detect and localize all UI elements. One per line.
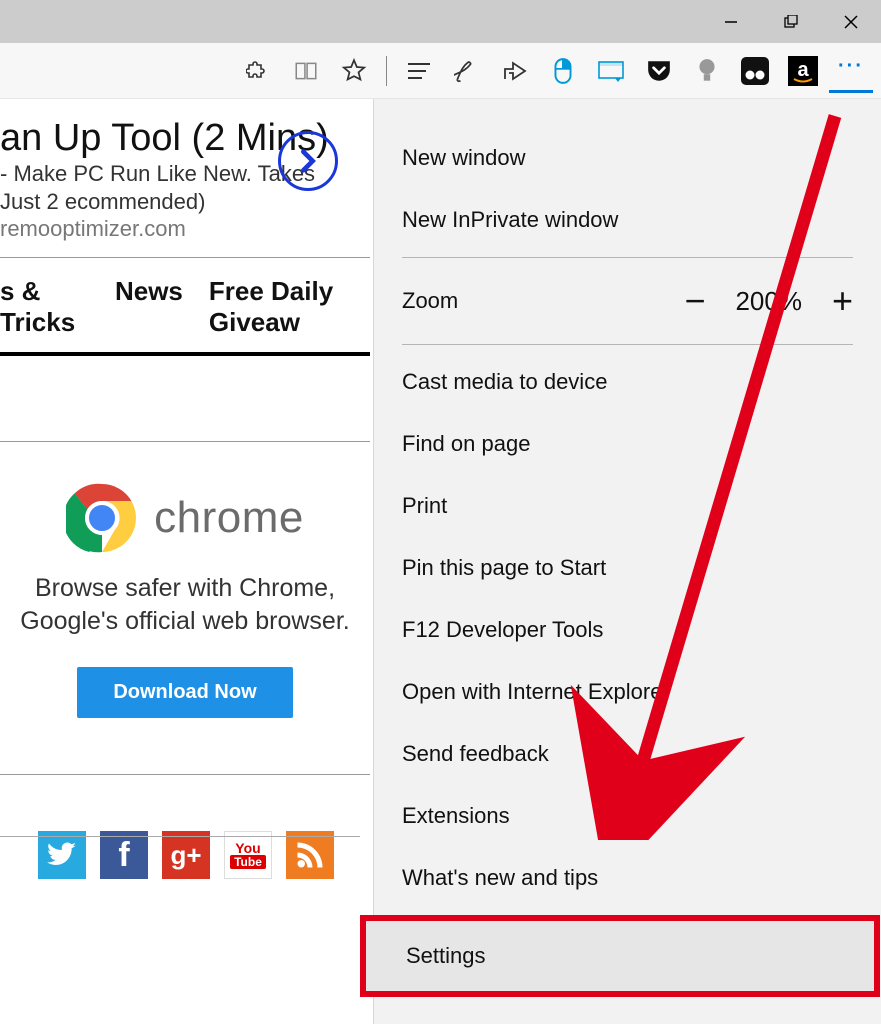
- chrome-logo-icon: [66, 482, 138, 554]
- amazon-icon[interactable]: a: [781, 49, 825, 93]
- rss-icon[interactable]: [286, 831, 334, 879]
- google-plus-icon[interactable]: g+: [162, 831, 210, 879]
- favorites-star-icon[interactable]: [332, 49, 376, 93]
- menu-settings-highlighted[interactable]: Settings: [360, 915, 880, 997]
- menu-print[interactable]: Print: [402, 475, 853, 537]
- zoom-value: 200%: [735, 286, 802, 317]
- panel-icon[interactable]: [589, 49, 633, 93]
- zoom-label: Zoom: [402, 288, 458, 314]
- flickr-icon[interactable]: [733, 49, 777, 93]
- ad-banner: an Up Tool (2 Mins) - Make PC Run Like N…: [0, 99, 370, 258]
- more-menu-flyout: New window New InPrivate window Zoom − 2…: [373, 99, 881, 1024]
- download-now-button[interactable]: Download Now: [77, 667, 292, 718]
- menu-extensions[interactable]: Extensions: [402, 785, 853, 847]
- window-titlebar: [0, 0, 881, 43]
- toolbar-separator: [386, 56, 387, 86]
- chrome-wordmark: chrome: [154, 493, 304, 543]
- mouse-icon[interactable]: [541, 49, 585, 93]
- facebook-icon[interactable]: f: [100, 831, 148, 879]
- nav-tab-tricks[interactable]: s & Tricks: [0, 276, 89, 338]
- menu-new-window[interactable]: New window: [402, 127, 853, 189]
- hub-icon[interactable]: [397, 49, 441, 93]
- pocket-icon[interactable]: [637, 49, 681, 93]
- menu-find[interactable]: Find on page: [402, 413, 853, 475]
- extensions-icon[interactable]: [236, 49, 280, 93]
- menu-cast[interactable]: Cast media to device: [402, 351, 853, 413]
- close-button[interactable]: [821, 0, 881, 43]
- nav-tab-giveaway[interactable]: Free Daily Giveaw: [209, 276, 370, 338]
- zoom-in-button[interactable]: +: [832, 280, 853, 322]
- reading-list-icon[interactable]: [284, 49, 328, 93]
- maximize-button[interactable]: [761, 0, 821, 43]
- menu-pin[interactable]: Pin this page to Start: [402, 537, 853, 599]
- share-icon[interactable]: [493, 49, 537, 93]
- zoom-out-button[interactable]: −: [684, 280, 705, 322]
- spacer: [0, 356, 370, 442]
- more-menu-button[interactable]: ···: [829, 49, 873, 93]
- chrome-tagline: Browse safer with Chrome,Google's offici…: [20, 572, 349, 640]
- chrome-promo: chrome Browse safer with Chrome,Google's…: [0, 442, 370, 776]
- nav-tab-news[interactable]: News: [115, 276, 183, 307]
- twitter-icon[interactable]: [38, 831, 86, 879]
- menu-new-inprivate[interactable]: New InPrivate window: [402, 189, 853, 251]
- browser-toolbar: a ···: [0, 43, 881, 99]
- youtube-icon[interactable]: You Tube: [224, 831, 272, 879]
- menu-whatsnew[interactable]: What's new and tips: [402, 847, 853, 909]
- menu-feedback[interactable]: Send feedback: [402, 723, 853, 785]
- menu-zoom-row: Zoom − 200% +: [402, 264, 853, 338]
- svg-text:a: a: [797, 59, 809, 81]
- minimize-button[interactable]: [701, 0, 761, 43]
- bulb-icon[interactable]: [685, 49, 729, 93]
- web-note-icon[interactable]: [445, 49, 489, 93]
- menu-devtools[interactable]: F12 Developer Tools: [402, 599, 853, 661]
- menu-separator: [402, 257, 853, 258]
- nav-tabs: s & Tricks News Free Daily Giveaw: [0, 258, 370, 356]
- menu-separator: [402, 344, 853, 345]
- menu-open-ie[interactable]: Open with Internet Explorer: [402, 661, 853, 723]
- divider: [0, 836, 360, 837]
- ad-next-arrow[interactable]: [278, 131, 338, 191]
